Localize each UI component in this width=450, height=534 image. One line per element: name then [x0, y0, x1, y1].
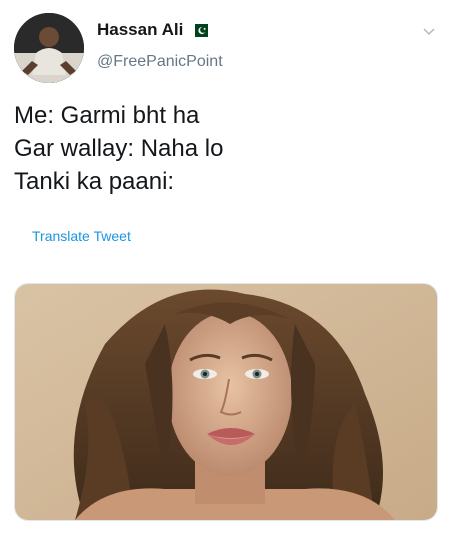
pakistan-flag-icon — [191, 23, 209, 37]
tweet-card: Hassan Ali @FreePanicPoint Me: Garmi bht… — [0, 0, 450, 534]
tweet-line: Me: Garmi bht ha — [14, 102, 200, 129]
chevron-down-icon[interactable] — [422, 24, 436, 38]
translate-tweet-link[interactable]: Translate Tweet — [32, 228, 131, 244]
tweet-media-image[interactable] — [14, 283, 438, 521]
author-name[interactable]: Hassan Ali — [97, 20, 183, 40]
tweet-line: Tanki ka paani: — [14, 168, 175, 195]
avatar[interactable] — [14, 13, 84, 83]
author-name-row: Hassan Ali — [97, 20, 209, 40]
tweet-line: Gar wallay: Naha lo — [14, 135, 224, 162]
tweet-text: Me: Garmi bht ha Gar wallay: Naha lo Tan… — [14, 99, 434, 198]
author-handle[interactable]: @FreePanicPoint — [97, 53, 223, 71]
